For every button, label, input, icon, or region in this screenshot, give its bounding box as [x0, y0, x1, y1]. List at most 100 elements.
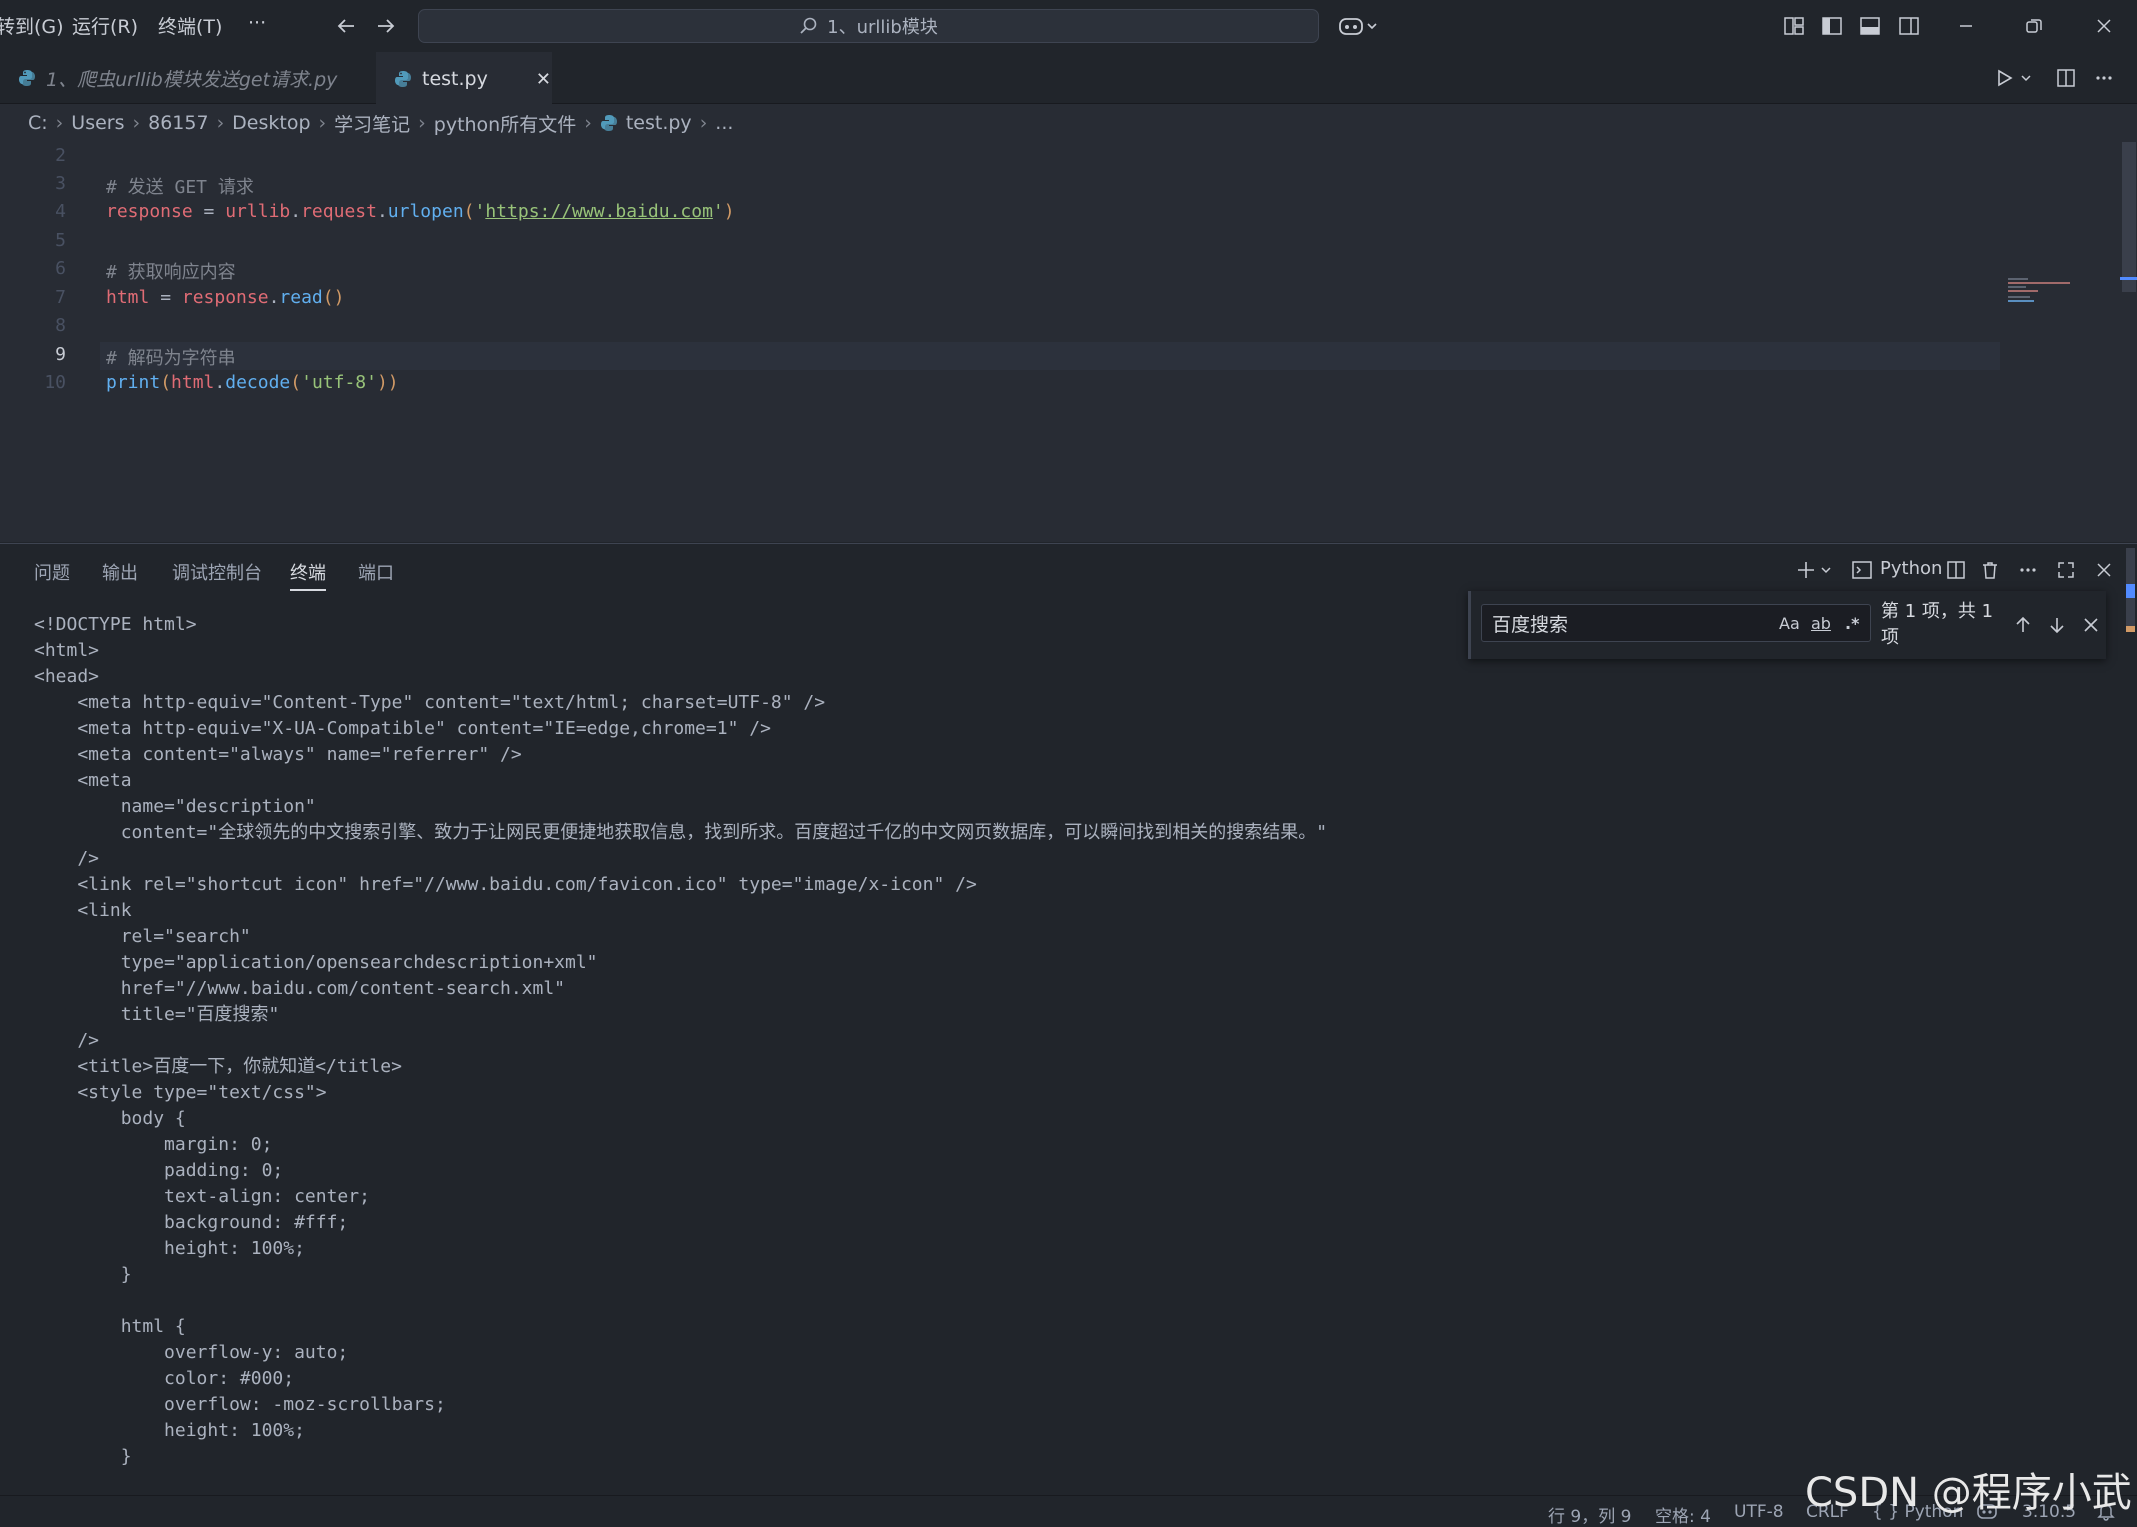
tab-close-icon[interactable]: ✕ [536, 69, 551, 90]
terminal-line: content="全球领先的中文搜索引擎、致力于让网民更便捷地获取信息，找到所求… [34, 822, 1328, 843]
command-center-label: 1、urllib模块 [827, 17, 938, 38]
more-actions-icon[interactable] [2090, 64, 2118, 92]
restore-icon[interactable] [2020, 12, 2048, 40]
code-line-3: # 发送 GET 请求 [106, 173, 254, 199]
terminal-line: } [34, 1264, 132, 1285]
breadcrumb-chevron-icon: › [216, 112, 225, 134]
breadcrumb-item[interactable]: test.py [626, 112, 692, 134]
terminal-line: <meta http-equiv="Content-Type" content=… [34, 692, 826, 713]
run-python-icon[interactable] [1990, 64, 2018, 92]
breadcrumb-item[interactable]: Users [71, 112, 124, 134]
close-panel-icon[interactable] [2090, 556, 2118, 584]
code-line-9: # 解码为字符串 [106, 344, 236, 370]
terminal-line: height: 100%; [34, 1238, 305, 1259]
terminal-line: } [34, 1446, 132, 1467]
tab-problems[interactable]: 问题 [34, 559, 70, 585]
arrow-down-icon[interactable] [2043, 611, 2071, 639]
terminal-line: padding: 0; [34, 1160, 284, 1181]
terminal-scrollbar[interactable] [2124, 544, 2137, 1496]
find-widget: Aa ab .* 第 1 项，共 1 项 [1468, 591, 2106, 659]
file-encoding[interactable]: UTF-8 [1734, 1502, 1784, 1522]
tab-debug-console[interactable]: 调试控制台 [172, 559, 262, 585]
forward-arrow-icon[interactable] [372, 12, 400, 40]
tab-ports[interactable]: 端口 [358, 559, 394, 585]
close-window-icon[interactable] [2090, 12, 2118, 40]
code-function: read [279, 287, 323, 308]
code-url-link[interactable]: https://www.baidu.com [485, 201, 713, 222]
chevron-down-icon[interactable] [2016, 64, 2036, 92]
chevron-down-icon[interactable] [1818, 556, 1834, 584]
line-number: 2 [55, 145, 66, 166]
split-terminal-icon[interactable] [1942, 556, 1970, 584]
bottom-panel: 问题 输出 调试控制台 终端 端口 Python <!DOCTYPE html>… [0, 543, 2137, 1496]
match-case-button[interactable]: Aa [1779, 614, 1800, 633]
terminal-line: body { [34, 1108, 186, 1129]
line-number: 3 [55, 173, 66, 194]
terminal-icon [1848, 556, 1876, 584]
new-terminal-icon[interactable] [1792, 556, 1820, 584]
terminal-line: text-align: center; [34, 1186, 370, 1207]
close-icon[interactable] [2077, 611, 2105, 639]
terminal-line: <!DOCTYPE html> [34, 614, 197, 635]
line-number: 4 [55, 201, 66, 222]
breadcrumb-chevron-icon: › [55, 112, 64, 134]
tab-urllib-get[interactable]: 1、爬虫urllib模块发送get请求.py [0, 52, 375, 104]
tab-terminal[interactable]: 终端 [290, 559, 326, 591]
terminal-shell-label[interactable]: Python [1880, 558, 1942, 579]
tab-test-py[interactable]: test.py ✕ [376, 52, 552, 104]
terminal-output[interactable]: <!DOCTYPE html> <html> <head> <meta http-e… [34, 612, 1327, 1470]
toggle-primary-sidebar-icon[interactable] [1818, 12, 1846, 40]
minimap[interactable] [2000, 274, 2122, 304]
breadcrumb-chevron-icon: › [418, 112, 426, 134]
breadcrumb-item[interactable]: ... [715, 112, 733, 134]
tab-output[interactable]: 输出 [102, 559, 138, 585]
terminal-line: <meta content="always" name="referrer" /… [34, 744, 522, 765]
editor-scrollbar[interactable] [2120, 142, 2137, 542]
code-variable: html [106, 287, 150, 308]
terminal-line: color: #000; [34, 1368, 295, 1389]
customize-layout-icon[interactable] [1780, 12, 1808, 40]
code-operator: = [149, 287, 182, 308]
tab-label: 1、爬虫urllib模块发送get请求.py [46, 68, 338, 91]
watermark: CSDN @程序小武 [1805, 1470, 2132, 1516]
minimize-icon[interactable] [1952, 12, 1980, 40]
cursor-position[interactable]: 行 9，列 9 [1548, 1502, 1631, 1527]
menu-terminal[interactable]: 终端(T) [158, 12, 222, 39]
terminal-line: href="//www.baidu.com/content-search.xml… [34, 978, 566, 999]
python-file-icon [600, 115, 617, 131]
terminal-line: name="description" [34, 796, 316, 817]
breadcrumb-item[interactable]: C: [28, 112, 48, 134]
code-operator: = [192, 201, 226, 222]
terminal-line: html { [34, 1316, 186, 1337]
match-whole-word-button[interactable]: ab [1811, 614, 1831, 633]
menu-more[interactable]: ··· [248, 12, 266, 34]
menu-run[interactable]: 运行(R) [72, 12, 138, 39]
copilot-icon[interactable] [1336, 12, 1382, 40]
breadcrumb-item[interactable]: 86157 [148, 112, 208, 134]
use-regex-button[interactable]: .* [1845, 614, 1859, 633]
arrow-up-icon[interactable] [2009, 611, 2037, 639]
code-module: urllib [225, 201, 291, 222]
indentation[interactable]: 空格: 4 [1655, 1502, 1711, 1527]
code-module: request [301, 201, 377, 222]
line-number: 7 [55, 287, 66, 308]
trash-icon[interactable] [1976, 556, 2004, 584]
line-number-active: 9 [55, 344, 66, 365]
breadcrumb-item[interactable]: python所有文件 [434, 110, 576, 137]
back-arrow-icon[interactable] [332, 12, 360, 40]
split-editor-icon[interactable] [2052, 64, 2080, 92]
terminal-line: height: 100%; [34, 1420, 305, 1441]
maximize-panel-icon[interactable] [2052, 556, 2080, 584]
command-center-search[interactable]: 1、urllib模块 [418, 9, 1319, 43]
code-function: decode [225, 372, 291, 393]
breadcrumb-item[interactable]: Desktop [232, 112, 310, 134]
menu-goto[interactable]: 转到(G) [0, 12, 64, 39]
python-file-icon [395, 71, 411, 87]
toggle-secondary-sidebar-icon[interactable] [1895, 12, 1923, 40]
code-editor[interactable]: 2 3 4 5 6 7 8 9 10 # 发送 GET 请求 response … [0, 142, 2137, 542]
breadcrumb-item[interactable]: 学习笔记 [334, 110, 410, 137]
more-actions-icon[interactable] [2014, 556, 2042, 584]
terminal-line: type="application/opensearchdescription+… [34, 952, 598, 973]
toggle-panel-icon[interactable] [1856, 12, 1884, 40]
